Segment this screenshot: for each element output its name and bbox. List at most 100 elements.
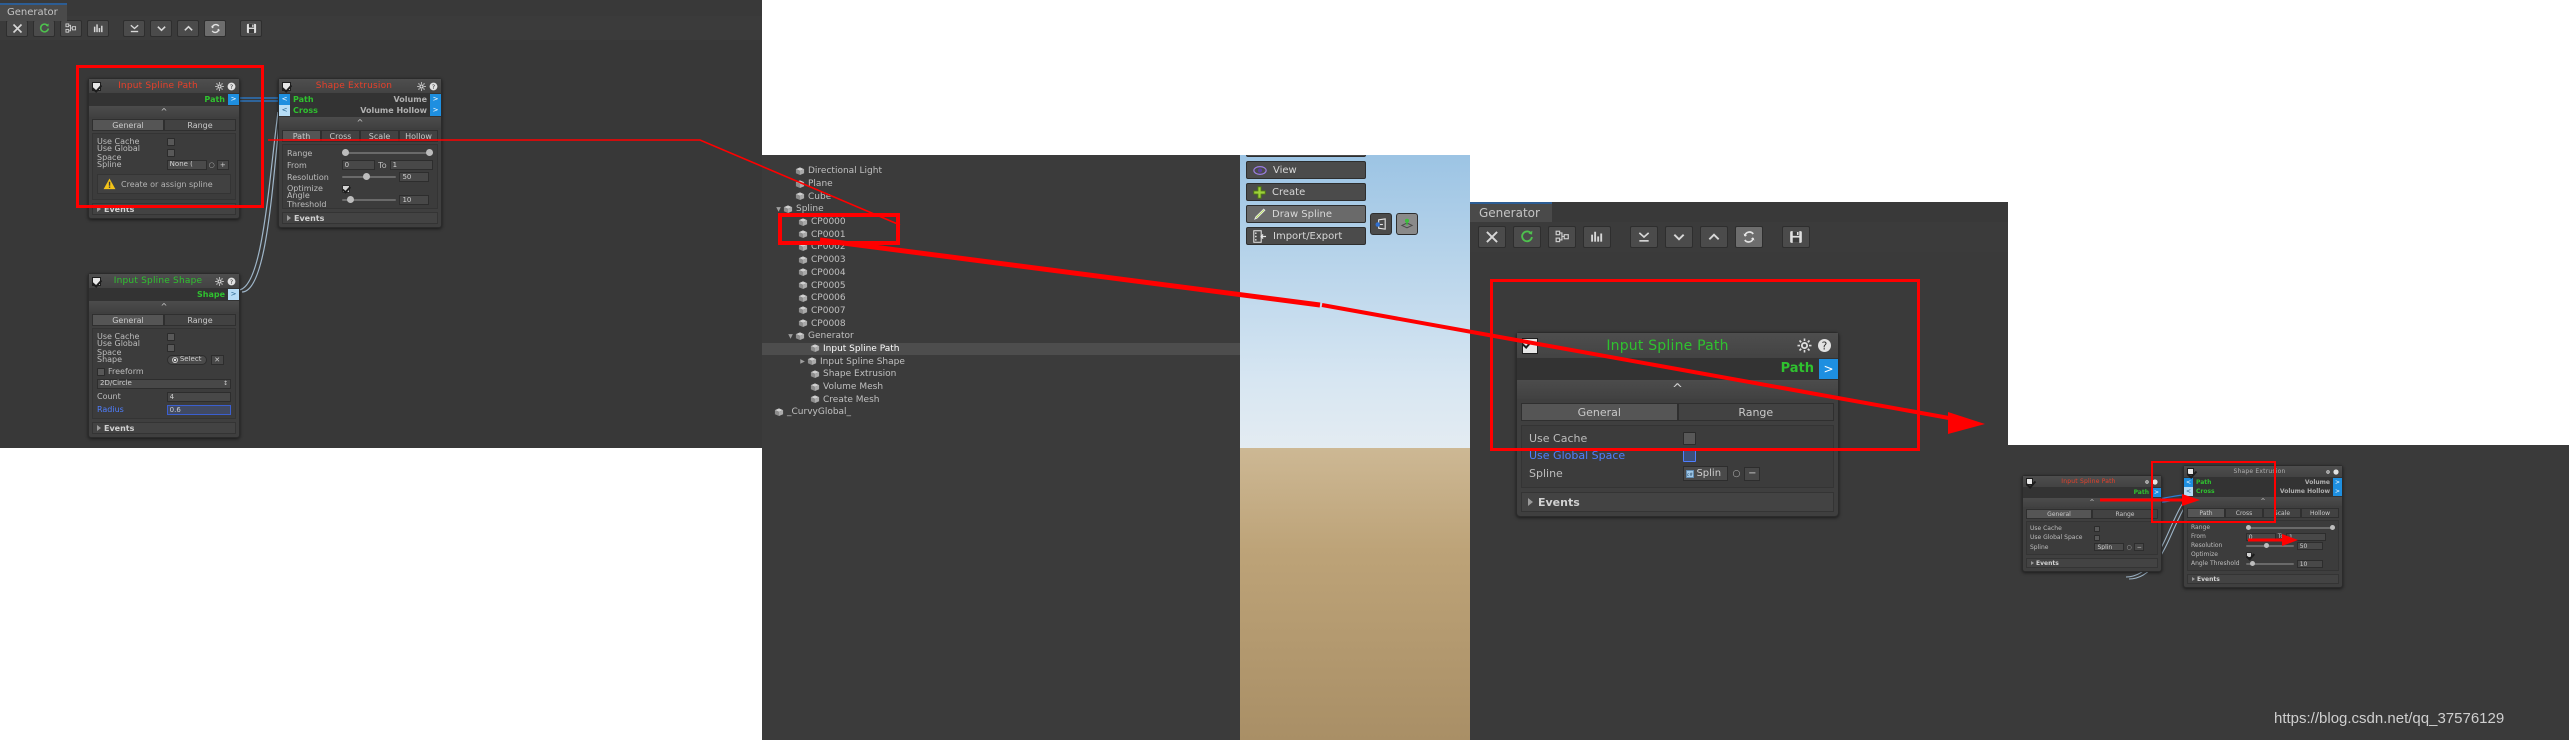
hierarchy-icon[interactable]: [60, 19, 82, 37]
field-angle-threshold[interactable]: Angle Threshold 10: [2191, 559, 2335, 568]
node-enable-checkbox[interactable]: [2187, 468, 2194, 475]
use-cache-checkbox[interactable]: [1683, 432, 1697, 445]
node-input-spline-shape[interactable]: Input Spline Shape ? Shape > ^ General R…: [88, 273, 240, 438]
save-icon[interactable]: [1782, 226, 1810, 248]
remove-spline-button[interactable]: −: [2133, 543, 2144, 551]
tab-cross[interactable]: Cross: [321, 130, 360, 142]
collapse-all-icon[interactable]: [1630, 226, 1658, 248]
object-picker-icon[interactable]: ○: [209, 161, 215, 169]
node-header[interactable]: Input Spline Path: [2023, 476, 2161, 488]
range-minmax-slider[interactable]: [2245, 524, 2335, 532]
node-enable-checkbox[interactable]: [1522, 337, 1538, 354]
hierarchy-row[interactable]: Create Mesh: [762, 393, 1240, 406]
tab-general[interactable]: General: [1521, 403, 1678, 421]
tab-hollow[interactable]: Hollow: [399, 130, 438, 142]
resolution-slider[interactable]: [342, 172, 397, 182]
field-resolution[interactable]: Resolution 50: [287, 171, 433, 183]
field-resolution[interactable]: Resolution 50: [2191, 541, 2335, 550]
gear-icon[interactable]: [215, 276, 224, 286]
hierarchy-row[interactable]: CP0002: [762, 241, 1240, 254]
create-button[interactable]: Create: [1246, 183, 1366, 201]
hierarchy-row[interactable]: CP0007: [762, 305, 1240, 318]
node-enable-checkbox[interactable]: [92, 276, 101, 286]
node-enable-checkbox[interactable]: [2026, 478, 2033, 485]
output-slot-volume-hollow[interactable]: >: [430, 105, 441, 116]
slot-row[interactable]: < Cross Volume Hollow >: [279, 105, 441, 116]
node-enable-checkbox[interactable]: [92, 81, 101, 91]
node-shape-extrusion-small[interactable]: Shape Extrusion < Path Volume > < Cross: [2183, 465, 2343, 588]
import-export-button[interactable]: Import/Export: [1246, 227, 1366, 245]
optimize-checkbox[interactable]: [342, 184, 351, 193]
spline-object-field[interactable]: Splin: [2094, 543, 2125, 551]
hierarchy-row[interactable]: CP0004: [762, 267, 1240, 280]
input-slot-path[interactable]: <: [2184, 478, 2193, 487]
input-slot-cross[interactable]: <: [2184, 487, 2193, 496]
gear-icon[interactable]: [417, 81, 426, 91]
field-from-to[interactable]: From 0 To 1: [287, 159, 433, 171]
close-icon[interactable]: [1478, 226, 1506, 248]
resolution-slider[interactable]: [2245, 542, 2294, 550]
gear-icon[interactable]: [2144, 479, 2150, 485]
slot-row[interactable]: < Path Volume >: [279, 94, 441, 105]
hierarchy-row[interactable]: CP0008: [762, 317, 1240, 330]
graph-canvas[interactable]: Input Spline Path Path > ^ General Range: [2008, 445, 2569, 740]
help-icon[interactable]: ?: [227, 82, 236, 91]
collapse-toggle[interactable]: ^: [89, 300, 239, 312]
slot-row[interactable]: < Path Volume >: [2184, 478, 2342, 487]
field-freeform[interactable]: Freeform: [97, 366, 231, 377]
angle-threshold-slider[interactable]: [2245, 560, 2294, 568]
tab-general[interactable]: General: [92, 119, 164, 131]
tab-range[interactable]: Range: [164, 119, 236, 131]
expand-arrow[interactable]: ▼: [786, 333, 795, 340]
hierarchy-row[interactable]: Shape Extrusion: [762, 368, 1240, 381]
help-icon[interactable]: ?: [429, 82, 438, 91]
output-slot-shape[interactable]: >: [228, 289, 239, 300]
range-minmax-slider[interactable]: [342, 148, 433, 158]
draw-spline-button[interactable]: Draw Spline: [1246, 205, 1366, 223]
spline-object-field[interactable]: c# Splin: [1683, 466, 1729, 481]
field-use-global-space[interactable]: Use Global Space: [2030, 533, 2154, 542]
node-header[interactable]: Shape Extrusion: [2184, 466, 2342, 478]
node-enable-checkbox[interactable]: [282, 81, 291, 91]
graph-canvas[interactable]: Input Spline Path ? Path > ^ General Ran…: [1470, 252, 2008, 740]
tab-general[interactable]: General: [2026, 509, 2092, 519]
expand-arrow[interactable]: ▶: [798, 358, 807, 365]
tab-scale[interactable]: Scale: [360, 130, 399, 142]
events-foldout[interactable]: Events: [1521, 492, 1834, 512]
shape-type-dropdown[interactable]: 2D/Circle ↕: [97, 378, 231, 389]
hierarchy-row[interactable]: Plane: [762, 178, 1240, 191]
hierarchy-row-spline[interactable]: ▼ Spline: [762, 203, 1240, 216]
use-cache-checkbox[interactable]: [166, 137, 175, 146]
node-header[interactable]: Input Spline Path ?: [1517, 333, 1838, 359]
tab-range[interactable]: Range: [1677, 403, 1834, 421]
resolution-input[interactable]: 50: [399, 172, 430, 182]
chevron-up-icon[interactable]: [1700, 226, 1728, 248]
gear-icon[interactable]: [2325, 469, 2331, 475]
hierarchy-row[interactable]: CP0006: [762, 292, 1240, 305]
field-range[interactable]: Range: [287, 147, 433, 159]
freeform-checkbox[interactable]: [97, 367, 105, 376]
input-slot-cross[interactable]: <: [279, 105, 290, 116]
hierarchy-panel[interactable]: Directional Light Plane Cube ▼ Spline CP…: [762, 155, 1240, 740]
collapse-toggle[interactable]: ^: [2184, 496, 2342, 506]
field-spline[interactable]: Spline c# Splin ○ −: [1529, 464, 1826, 483]
gear-icon[interactable]: [1797, 338, 1812, 353]
chevron-down-icon[interactable]: [1665, 226, 1693, 248]
use-global-space-checkbox[interactable]: [2094, 534, 2101, 541]
node-input-spline-path-small[interactable]: Input Spline Path Path > ^ General Range: [2022, 475, 2162, 572]
hierarchy-row[interactable]: CP0005: [762, 279, 1240, 292]
help-icon[interactable]: [2333, 468, 2339, 475]
events-foldout[interactable]: Events: [2026, 558, 2158, 568]
refresh-icon[interactable]: [1513, 226, 1541, 248]
input-slot-path[interactable]: <: [279, 94, 290, 105]
field-spline[interactable]: Spline None ( ○ +: [97, 158, 231, 171]
node-header[interactable]: Shape Extrusion ?: [279, 79, 441, 94]
hierarchy-row[interactable]: CP0003: [762, 254, 1240, 267]
gear-icon[interactable]: [215, 81, 224, 91]
object-picker-icon[interactable]: ○: [2126, 544, 2131, 551]
field-use-global-space[interactable]: Use Global Space: [97, 339, 231, 357]
events-foldout[interactable]: Events: [92, 203, 236, 215]
toolbar-button-partial[interactable]: [1246, 155, 1366, 157]
angle-threshold-input[interactable]: 10: [2296, 559, 2323, 568]
radius-input[interactable]: 0.6: [166, 404, 231, 415]
